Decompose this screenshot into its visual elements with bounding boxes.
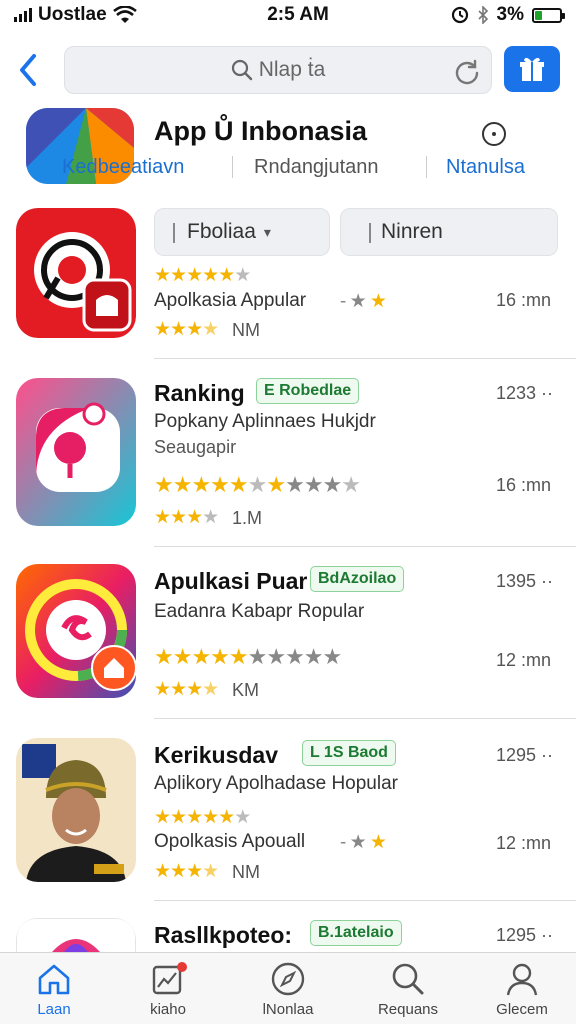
app-2-count: 1233 ·· bbox=[496, 383, 554, 403]
app-3-rating-stars: ★★★★★★★★★★ bbox=[154, 644, 342, 669]
signal-icon bbox=[14, 8, 32, 22]
carrier-label: Uostlae bbox=[38, 4, 107, 25]
back-button[interactable] bbox=[14, 50, 44, 90]
bottom-tab-bar: Laan kiaho lNonlaa Requans Glecem bbox=[0, 952, 576, 1024]
sort-filter[interactable]: Fboliaa ▾ bbox=[154, 208, 330, 256]
alarm-icon bbox=[451, 6, 468, 24]
sort-filter-label: Fboliaa bbox=[187, 220, 256, 243]
app-1-downloads: NM bbox=[232, 320, 260, 340]
app-2-badge: E Robedlae bbox=[256, 378, 360, 404]
tab-explore[interactable]: lNonlaa bbox=[240, 953, 336, 1024]
search-bar[interactable]: Nlap ṫa bbox=[64, 46, 492, 94]
app-2-small-rating: ★★★★ bbox=[154, 507, 219, 528]
app-3-downloads: KM bbox=[232, 680, 259, 700]
app-3-name: Apulkasi Puar bbox=[154, 568, 308, 594]
bluetooth-icon bbox=[477, 6, 488, 24]
app-icon-2[interactable] bbox=[16, 378, 136, 526]
news-icon bbox=[152, 962, 187, 995]
app-4-count: 1295 ·· bbox=[496, 745, 554, 765]
search-icon bbox=[392, 963, 424, 995]
page-title: App Ů Inbonasia bbox=[154, 116, 368, 146]
app-1-subtitle: Apolkasia Appular bbox=[154, 290, 307, 311]
status-bar: Uostlae 2:5 AM 3% bbox=[0, 0, 576, 30]
tab-explore-label: lNonlaa bbox=[262, 1001, 314, 1018]
app-4-subtitle: Aplikory Apolhadase Hopular bbox=[154, 773, 398, 794]
gift-button[interactable] bbox=[504, 46, 560, 92]
chevron-left-icon bbox=[20, 54, 36, 86]
tab-home[interactable]: Laan bbox=[6, 953, 102, 1024]
list-divider bbox=[154, 546, 576, 547]
battery-percent: 3% bbox=[496, 4, 524, 25]
caret-down-icon: ▾ bbox=[263, 223, 271, 240]
app-4-name: Kerikusdav bbox=[154, 742, 279, 768]
wifi-icon bbox=[112, 6, 137, 23]
list-divider bbox=[154, 718, 576, 719]
tab-national[interactable]: Ntanulsa bbox=[446, 156, 525, 179]
tab-featured[interactable]: Kedbeeatiavn bbox=[62, 156, 184, 179]
tab-profile-label: Glecem bbox=[496, 1001, 548, 1018]
profile-icon bbox=[506, 963, 538, 996]
app-1-rating-stars: ★★★★★★ bbox=[154, 265, 251, 286]
app-icon-3[interactable] bbox=[16, 564, 136, 698]
app-4-inline-rating: - ★ ★ bbox=[340, 832, 387, 853]
app-4-badge: L 1S Baod bbox=[302, 740, 396, 766]
app-4-downloads: NM bbox=[232, 862, 260, 882]
refresh-icon[interactable] bbox=[453, 57, 481, 85]
app-icon-4[interactable] bbox=[16, 738, 136, 882]
tab-divider bbox=[232, 156, 233, 178]
app-5-name: Rasllkpoteo: bbox=[154, 922, 293, 948]
category-filter-label: Ninren bbox=[381, 220, 443, 243]
app-2-name: Ranking bbox=[154, 380, 245, 406]
tab-divider bbox=[426, 156, 427, 178]
list-divider bbox=[154, 358, 576, 359]
app-3-subtitle: Eadanra Kabapr Ropular bbox=[154, 601, 365, 622]
home-icon bbox=[38, 964, 70, 995]
app-2-rating-stars: ★★★★★★★★★★★ bbox=[154, 472, 361, 497]
app-1-small-rating: ★★★★ bbox=[154, 319, 219, 340]
tab-news-label: kiaho bbox=[150, 1001, 186, 1018]
app-1-size: 16 :mn bbox=[496, 290, 552, 310]
tab-profile[interactable]: Glecem bbox=[474, 953, 570, 1024]
tab-home-label: Laan bbox=[37, 1001, 71, 1018]
app-2-size: 16 :mn bbox=[496, 475, 552, 495]
clock: 2:5 AM bbox=[267, 4, 329, 25]
tab-search[interactable]: Requans bbox=[360, 953, 456, 1024]
gift-icon bbox=[520, 57, 544, 81]
search-icon bbox=[231, 59, 252, 81]
app-2-downloads: 1.M bbox=[232, 508, 263, 528]
app-5-badge: B.1atelaio bbox=[310, 920, 402, 946]
app-2-category: Seaugapir bbox=[154, 437, 237, 457]
app-4-size: 12 :mn bbox=[496, 833, 552, 853]
tab-trending[interactable]: Rndangjutann bbox=[254, 156, 379, 179]
category-filter[interactable]: Ninren bbox=[340, 208, 558, 256]
app-4-small-rating: ★★★★ bbox=[154, 861, 219, 882]
app-3-count: 1395 ·· bbox=[496, 571, 554, 591]
app-1-inline-rating: - ★ ★ bbox=[340, 291, 387, 312]
app-icon-1[interactable] bbox=[16, 208, 136, 338]
battery-icon bbox=[532, 7, 565, 23]
list-divider bbox=[154, 900, 576, 901]
app-3-badge: BdAzoilao bbox=[310, 566, 405, 592]
app-5-count: 1295 ·· bbox=[496, 925, 554, 945]
app-4-desc: Opolkasis Apouall bbox=[154, 831, 306, 852]
search-placeholder: Nlap ṫa bbox=[258, 58, 326, 81]
tab-search-label: Requans bbox=[377, 1001, 439, 1018]
app-icon-5[interactable] bbox=[16, 918, 136, 952]
app-3-small-rating: ★★★★ bbox=[154, 679, 219, 700]
info-icon[interactable] bbox=[482, 122, 506, 146]
app-2-subtitle: Popkany Aplinnaes Hukjdr bbox=[154, 411, 376, 432]
app-3-size: 12 :mn bbox=[496, 650, 552, 670]
app-4-rating-stars: ★★★★★★ bbox=[154, 807, 251, 828]
compass-icon bbox=[271, 962, 305, 996]
tab-news[interactable]: kiaho bbox=[120, 953, 216, 1024]
